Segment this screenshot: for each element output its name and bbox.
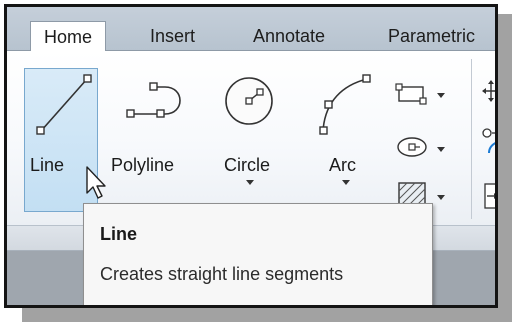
stretch-icon[interactable] xyxy=(481,181,498,211)
arc-label[interactable]: Arc xyxy=(329,155,356,176)
mouse-cursor-icon xyxy=(86,166,106,199)
tab-parametric[interactable]: Parametric xyxy=(388,23,475,50)
arc-dropdown-icon[interactable] xyxy=(341,179,351,186)
rectangle-icon[interactable] xyxy=(395,83,447,105)
ribbon-tab-bar: Home Insert Annotate Parametric xyxy=(7,7,495,51)
tab-annotate[interactable]: Annotate xyxy=(253,23,325,50)
polyline-label[interactable]: Polyline xyxy=(111,155,174,176)
tooltip-divider xyxy=(94,306,422,307)
tab-home[interactable]: Home xyxy=(30,21,107,51)
ellipse-icon[interactable] xyxy=(395,135,447,159)
tooltip: Line Creates straight line segments xyxy=(83,203,433,307)
autocad-ribbon-window: Home Insert Annotate Parametric Line Pol… xyxy=(4,4,498,308)
copy-icon[interactable] xyxy=(481,125,498,155)
tab-insert[interactable]: Insert xyxy=(150,23,195,50)
panel-separator xyxy=(471,59,472,219)
circle-label[interactable]: Circle xyxy=(224,155,270,176)
polyline-icon[interactable] xyxy=(117,79,197,129)
arc-icon[interactable] xyxy=(313,71,373,141)
circle-icon[interactable] xyxy=(221,73,277,129)
move-icon[interactable] xyxy=(481,79,498,103)
tooltip-description: Creates straight line segments xyxy=(100,264,344,284)
line-icon xyxy=(36,74,92,135)
tooltip-title: Line xyxy=(100,224,138,244)
line-label: Line xyxy=(30,155,65,175)
circle-dropdown-icon[interactable] xyxy=(245,179,255,186)
